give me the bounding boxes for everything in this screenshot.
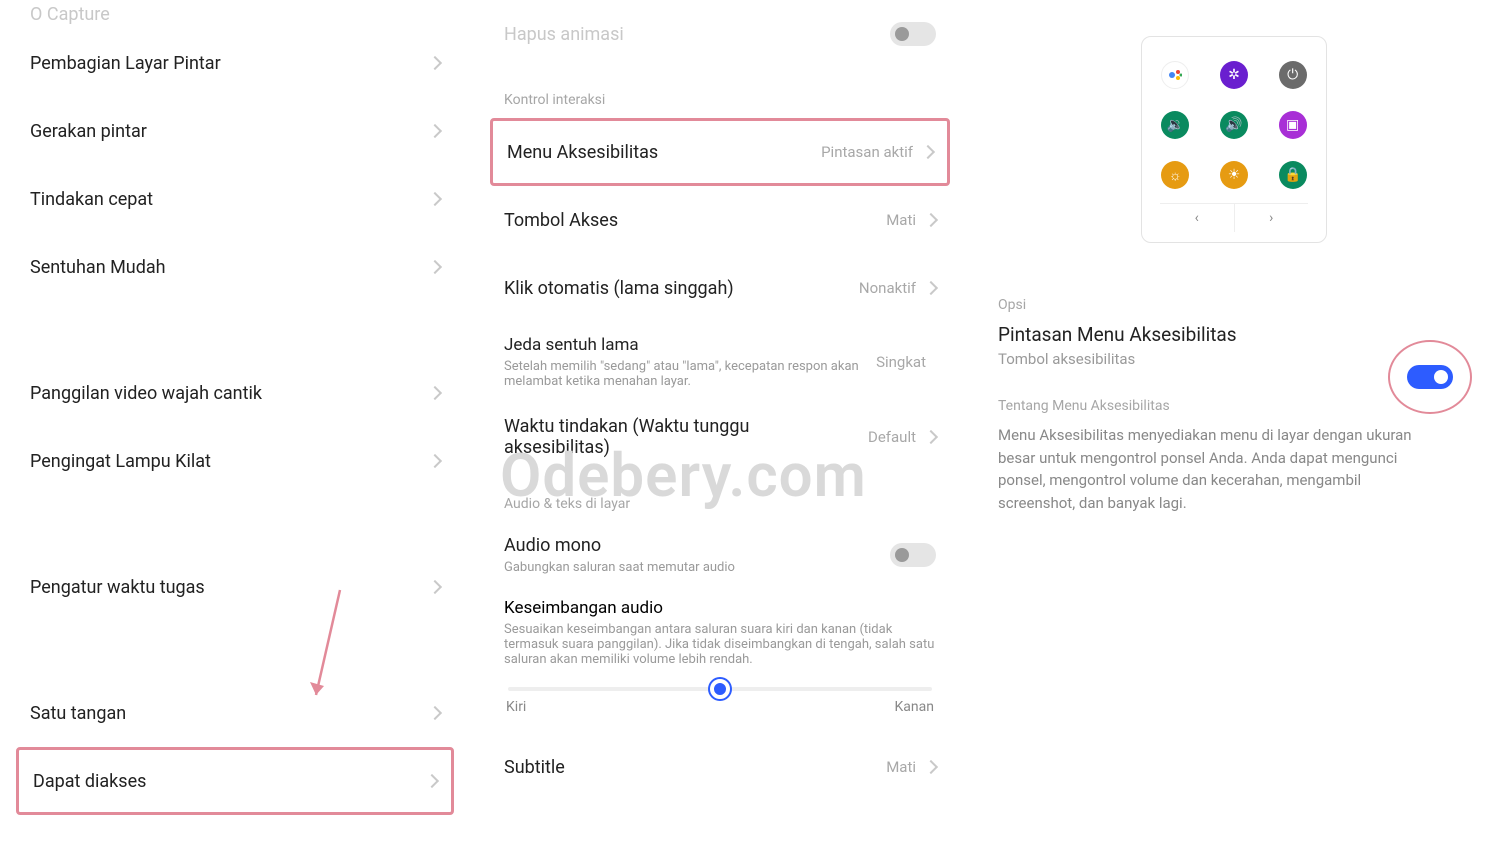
chevron-right-icon <box>924 213 938 227</box>
row-remove-animation-cut[interactable]: Hapus animasi <box>490 0 950 68</box>
list-label: Satu tangan <box>30 703 126 724</box>
balance-slider[interactable] <box>508 687 932 691</box>
list-item-one-hand[interactable]: Satu tangan <box>16 679 454 747</box>
volume-down-icon: 🔉 <box>1161 111 1189 139</box>
value-text: Nonaktif <box>859 279 916 297</box>
about-description: Menu Aksesibilitas menyediakan menu di l… <box>998 424 1428 514</box>
list-item-quick-action[interactable]: Tindakan cepat <box>16 165 454 233</box>
list-label: Hapus animasi <box>504 24 624 45</box>
list-sub: Gabungkan saluran saat memutar audio <box>504 560 735 575</box>
list-item-smart-split[interactable]: Pembagian Layar Pintar <box>16 29 454 97</box>
section-options: Opsi <box>998 273 1470 323</box>
list-sub: Sesuaikan keseimbangan antara saluran su… <box>504 622 936 667</box>
list-label: Audio mono <box>504 535 735 556</box>
list-label: Klik otomatis (lama singgah) <box>504 278 734 299</box>
row-access-button[interactable]: Tombol Akses Mati <box>490 186 950 254</box>
value-text: Mati <box>886 758 916 776</box>
value-text: Pintasan aktif <box>821 143 913 161</box>
shortcut-sub: Tombol aksesibilitas <box>998 350 1380 368</box>
chevron-right-icon <box>924 760 938 774</box>
chevron-right-icon <box>428 454 442 468</box>
list-item-accessibility[interactable]: Dapat diakses <box>16 747 454 815</box>
chevron-right-icon <box>428 580 442 594</box>
list-label: Tindakan cepat <box>30 189 153 210</box>
list-item-task-timer[interactable]: Pengatur waktu tugas <box>16 553 454 621</box>
chevron-right-icon <box>428 56 442 70</box>
section-interaction: Kontrol interaksi <box>490 68 950 118</box>
power-icon: ⏻ <box>1279 61 1307 89</box>
row-touch-delay[interactable]: Jeda sentuh lama Setelah memilih "sedang… <box>490 322 950 402</box>
list-label: Panggilan video wajah cantik <box>30 383 262 404</box>
nav-next-icon: › <box>1235 204 1309 232</box>
list-label: Sentuhan Mudah <box>30 257 166 278</box>
accessibility-icon: ✲ <box>1220 61 1248 89</box>
chevron-right-icon <box>428 124 442 138</box>
chevron-right-icon <box>428 260 442 274</box>
list-label: Menu Aksesibilitas <box>507 142 658 163</box>
nav-prev-icon: ‹ <box>1160 204 1235 232</box>
chevron-right-icon <box>425 774 439 788</box>
list-item-easy-touch[interactable]: Sentuhan Mudah <box>16 233 454 301</box>
shortcut-toggle[interactable] <box>1407 365 1453 389</box>
brightness-up-icon: ☀ <box>1220 161 1248 189</box>
assistant-icon <box>1161 61 1189 89</box>
list-label: Subtitle <box>504 757 565 778</box>
volume-up-icon: 🔊 <box>1220 111 1248 139</box>
toggle-switch[interactable] <box>890 22 936 46</box>
value-text: Default <box>868 428 916 446</box>
chevron-right-icon <box>428 386 442 400</box>
list-label: Pengatur waktu tugas <box>30 577 205 598</box>
toggle-highlight <box>1388 340 1472 414</box>
value-text: Singkat <box>876 353 926 371</box>
section-audio: Audio & teks di layar <box>490 472 950 522</box>
toggle-switch[interactable] <box>890 543 936 567</box>
chevron-right-icon <box>921 145 935 159</box>
chevron-right-icon <box>428 706 442 720</box>
slider-left-label: Kiri <box>506 699 526 715</box>
row-auto-click[interactable]: Klik otomatis (lama singgah) Nonaktif <box>490 254 950 322</box>
list-label: Tombol Akses <box>504 210 618 231</box>
shortcut-title: Pintasan Menu Aksesibilitas <box>998 323 1380 346</box>
list-item-beauty-call[interactable]: Panggilan video wajah cantik <box>16 359 454 427</box>
row-mono-audio[interactable]: Audio mono Gabungkan saluran saat memuta… <box>490 522 950 588</box>
slider-right-label: Kanan <box>895 699 934 715</box>
list-sub: Setelah memilih "sedang" atau "lama", ke… <box>504 359 866 389</box>
list-label: Pengingat Lampu Kilat <box>30 451 211 472</box>
list-label: Jeda sentuh lama <box>504 335 866 355</box>
list-label: Gerakan pintar <box>30 121 147 142</box>
row-action-timeout[interactable]: Waktu tindakan (Waktu tunggu aksesibilit… <box>490 402 950 472</box>
brightness-down-icon: ☼ <box>1161 161 1189 189</box>
phone-preview: ✲ ⏻ 🔉 🔊 ▣ ☼ ☀ 🔒 ‹› <box>1141 36 1327 243</box>
chevron-right-icon <box>924 281 938 295</box>
value-text: Mati <box>886 211 916 229</box>
chevron-right-icon <box>428 192 442 206</box>
list-label: Pembagian Layar Pintar <box>30 53 221 74</box>
row-subtitle[interactable]: Subtitle Mati <box>490 733 950 801</box>
list-label: Dapat diakses <box>33 771 146 792</box>
list-item-cut: O Capture <box>16 0 454 29</box>
chevron-right-icon <box>924 430 938 444</box>
slider-thumb[interactable] <box>710 679 730 699</box>
list-item-flash-reminder[interactable]: Pengingat Lampu Kilat <box>16 427 454 495</box>
row-accessibility-menu[interactable]: Menu Aksesibilitas Pintasan aktif <box>490 118 950 186</box>
list-label: Keseimbangan audio <box>504 598 936 618</box>
list-item-smart-gesture[interactable]: Gerakan pintar <box>16 97 454 165</box>
audio-balance-group: Keseimbangan audio Sesuaikan keseimbanga… <box>490 588 950 715</box>
list-label: Waktu tindakan (Waktu tunggu aksesibilit… <box>504 416 804 458</box>
recent-apps-icon: ▣ <box>1279 111 1307 139</box>
lock-icon: 🔒 <box>1279 161 1307 189</box>
